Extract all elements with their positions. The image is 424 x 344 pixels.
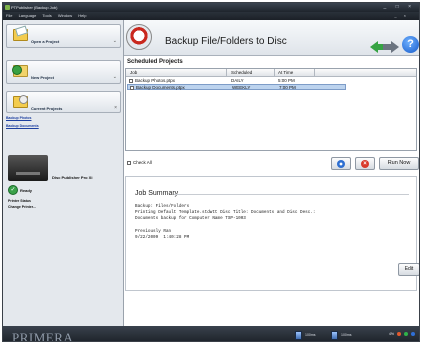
sidebar: Open a Project ⌄ New Project ⌄ Current P… [3, 20, 124, 326]
new-project-icon [12, 65, 28, 77]
previously-ran-value: 9/22/2009 1:40:28 PM [135, 235, 190, 240]
refresh-icon [337, 160, 345, 168]
ink-level-1: 100ms [305, 333, 316, 337]
run-now-button[interactable]: Run Now [379, 157, 419, 170]
job-summary-title: Job Summary [135, 190, 179, 197]
menu-window-controls[interactable]: _ × [394, 12, 409, 20]
chevron-down-icon: ⌄ [112, 74, 117, 80]
summary-line: Backup: Files/Folders [135, 204, 190, 209]
ink-cartridge-icon [295, 331, 302, 340]
summary-line: Documents backup for Computer Name TSP-1… [135, 216, 246, 221]
collapse-icon[interactable]: × [114, 105, 117, 111]
summary-line: Printing Default Template.stdwtt Disc Ti… [135, 210, 316, 215]
check-all-checkbox[interactable]: Check All [127, 160, 152, 165]
status-bar: PRIMERA 100ms 100ms 4% [3, 326, 419, 342]
printer-panel: Disc Publisher Pro Xi ✓ Ready Printer St… [6, 155, 121, 210]
ready-check-icon: ✓ [8, 185, 18, 195]
open-project-button[interactable]: Open a Project ⌄ [6, 24, 121, 48]
open-folder-icon [13, 29, 28, 41]
sidebar-project-backup-documents[interactable]: Backup Documents [6, 124, 39, 128]
column-divider[interactable] [314, 69, 315, 77]
new-project-label: New Project [31, 75, 54, 80]
tray-percent: 4% [388, 332, 395, 336]
ink-cartridge-icon [331, 331, 338, 340]
back-arrow-icon[interactable] [370, 41, 385, 53]
printer-status-link[interactable]: Printer Status [8, 199, 31, 203]
job-name: Backup Documents.ptpx [136, 85, 185, 90]
new-project-button[interactable]: New Project ⌄ [6, 60, 121, 84]
previously-ran-label: Previously Ran [135, 229, 172, 234]
app-window: PTPublisher (Backup Job) _ □ × File Lang… [2, 2, 420, 342]
forward-arrow-icon[interactable] [383, 41, 399, 53]
help-icon[interactable]: ? [402, 36, 419, 53]
change-printer-link[interactable]: Change Printer... [8, 205, 36, 209]
table-header: Job Scheduled At Time [126, 69, 416, 77]
check-all-label: Check All [133, 160, 152, 165]
row-checkbox[interactable] [130, 86, 134, 90]
current-projects-panel[interactable]: Current Projects × [6, 91, 121, 113]
check-all-box[interactable] [127, 160, 131, 165]
job-summary-panel: Job Summary Backup: Files/Folders Printi… [125, 176, 417, 291]
scheduled-projects-table[interactable]: Job Scheduled At Time Backup Photos.ptpx… [125, 68, 417, 151]
menu-file[interactable]: File [6, 13, 12, 18]
window-title: PTPublisher (Backup Job) [11, 5, 58, 10]
menu-window[interactable]: Window [58, 13, 72, 18]
system-tray: 4% [388, 332, 415, 337]
column-at-time[interactable]: At Time [278, 69, 293, 77]
main-panel: Backup File/Folders to Disc ? Scheduled … [124, 20, 419, 326]
current-projects-label: Current Projects [31, 106, 63, 111]
tray-status-icon[interactable] [411, 332, 415, 337]
page-title: Backup File/Folders to Disc [165, 36, 287, 47]
cancel-icon: × [361, 160, 369, 168]
cancel-button[interactable]: × [355, 157, 375, 170]
menu-help[interactable]: Help [78, 13, 86, 18]
open-project-label: Open a Project [31, 39, 60, 44]
tray-status-icon[interactable] [404, 332, 409, 337]
edit-button[interactable]: Edit [398, 263, 419, 276]
menu-tools[interactable]: Tools [42, 13, 51, 18]
backup-disc-icon [126, 24, 152, 50]
page-header: Backup File/Folders to Disc ? [124, 20, 419, 56]
tray-status-icon[interactable] [397, 332, 402, 337]
printer-name: Disc Publisher Pro Xi [52, 175, 93, 180]
column-divider[interactable] [226, 69, 227, 77]
menu-language[interactable]: Language [19, 13, 37, 18]
current-projects-icon [13, 95, 28, 108]
app-icon [5, 5, 10, 10]
ink-level-2: 100ms [341, 333, 352, 337]
sidebar-project-backup-photos[interactable]: Backup Photos [6, 116, 31, 120]
disc-publisher-icon [8, 155, 48, 181]
chevron-down-icon: ⌄ [112, 38, 117, 44]
column-scheduled[interactable]: Scheduled [231, 69, 252, 77]
refresh-button[interactable] [331, 157, 351, 170]
job-schedule: WEEKLY [232, 85, 251, 90]
window-controls[interactable]: _ □ × [384, 3, 416, 12]
printer-status: Ready [20, 188, 33, 193]
column-job[interactable]: Job [130, 69, 137, 77]
title-bar: PTPublisher (Backup Job) _ □ × [3, 3, 419, 12]
job-time: 7:00 PM [279, 85, 296, 90]
row-checkbox[interactable] [129, 79, 133, 83]
table-row[interactable]: Backup Documents.ptpx WEEKLY 7:00 PM [127, 84, 346, 90]
menu-bar: File Language Tools Window Help _ × [3, 12, 419, 20]
divider [174, 194, 409, 195]
primera-logo: PRIMERA [12, 330, 74, 342]
column-divider[interactable] [274, 69, 275, 77]
scheduled-projects-label: Scheduled Projects [127, 59, 183, 65]
